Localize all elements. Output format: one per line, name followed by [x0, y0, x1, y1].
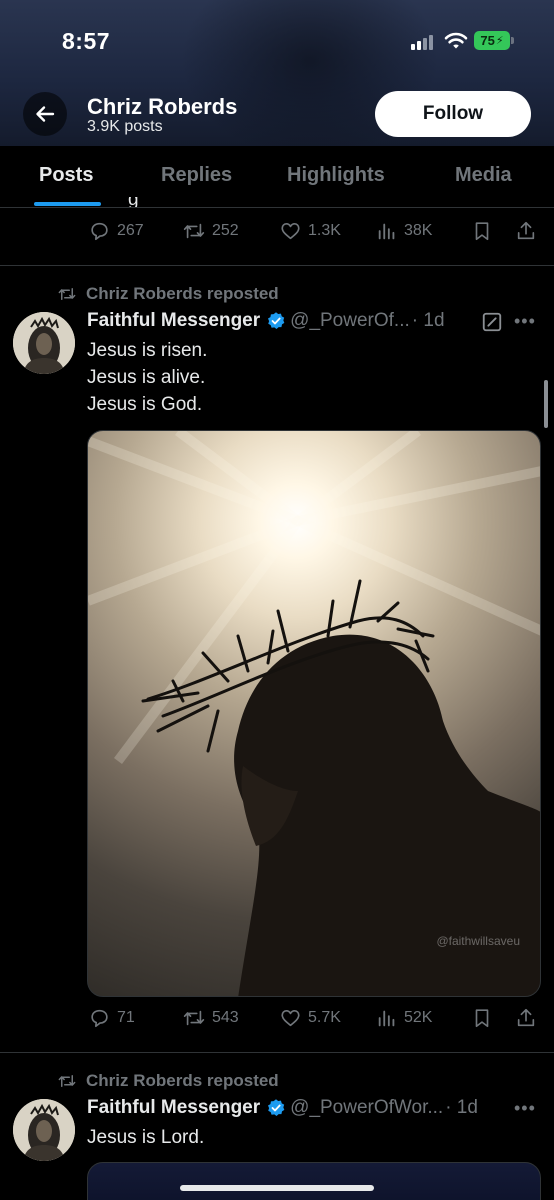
- charging-bolt-icon: ⚡: [495, 35, 504, 47]
- home-indicator: [180, 1185, 374, 1191]
- bookmark-button[interactable]: [471, 220, 493, 242]
- reply-icon: [91, 222, 108, 241]
- share-icon: [517, 1008, 535, 1027]
- profile-tabs: Posts Replies Highlights Media: [0, 146, 554, 208]
- post-time: · 1d: [445, 1097, 478, 1118]
- avatar-image: [13, 312, 75, 374]
- like-button[interactable]: 5.7K: [279, 1007, 341, 1029]
- repost-icon: [183, 223, 205, 239]
- avatar[interactable]: [13, 1099, 75, 1161]
- repost-label: Chriz Roberds reposted: [86, 284, 279, 303]
- follow-button[interactable]: Follow: [375, 91, 531, 137]
- bookmark-icon: [475, 1009, 489, 1028]
- silhouette-crown-of-thorns-image: [88, 431, 540, 996]
- repost-button[interactable]: 543: [182, 1007, 239, 1029]
- back-button[interactable]: [23, 92, 67, 136]
- status-time: 8:57: [62, 28, 111, 54]
- scrollbar[interactable]: [544, 380, 548, 428]
- post-text-line: Jesus is Lord.: [87, 1127, 205, 1148]
- views-count: 52K: [404, 1009, 433, 1026]
- media-watermark: @faithwillsaveu: [436, 934, 520, 948]
- like-icon: [281, 1010, 300, 1027]
- post-divider: [0, 1052, 554, 1053]
- share-icon: [517, 221, 535, 240]
- repost-icon: [58, 288, 76, 300]
- signal-icon: [411, 34, 437, 50]
- more-icon[interactable]: •••: [514, 311, 536, 332]
- active-tab-indicator: [34, 202, 101, 206]
- like-button[interactable]: 1.3K: [279, 220, 341, 242]
- battery-level: 75: [480, 33, 495, 48]
- bookmark-button[interactable]: [471, 1007, 493, 1029]
- reply-count: 267: [117, 222, 144, 239]
- tab-media[interactable]: Media: [455, 164, 512, 187]
- author-name[interactable]: Faithful Messenger: [87, 1097, 260, 1119]
- profile-header: 8:57 75 ⚡ Chriz Roberds 3.9K posts Follow: [0, 0, 554, 146]
- repost-indicator: Chriz Roberds reposted: [56, 284, 279, 304]
- reply-icon: [91, 1009, 108, 1028]
- bookmark-icon: [475, 222, 489, 241]
- back-arrow-icon: [36, 106, 55, 122]
- post-text-line: Jesus is risen.: [87, 340, 208, 361]
- repost-count: 252: [212, 222, 239, 239]
- like-icon: [281, 223, 300, 240]
- views-button[interactable]: 52K: [376, 1007, 432, 1029]
- repost-icon: [183, 1010, 205, 1026]
- views-button[interactable]: 38K: [376, 220, 432, 242]
- repost-button[interactable]: 252: [182, 220, 239, 242]
- post-divider: [0, 265, 554, 266]
- author-handle[interactable]: @_PowerOf...: [290, 310, 410, 332]
- battery-icon: 75 ⚡: [474, 31, 510, 50]
- reply-button[interactable]: 71: [88, 1007, 135, 1029]
- share-button[interactable]: [515, 220, 537, 242]
- previous-post-text-fragment: g: [128, 197, 158, 207]
- tab-posts[interactable]: Posts: [39, 164, 93, 187]
- battery-cap: [511, 37, 514, 44]
- post-media-image[interactable]: @faithwillsaveu: [87, 430, 541, 997]
- post-actions: 267 252 1.3K 38K: [0, 220, 554, 250]
- post-time: · 1d: [411, 310, 445, 331]
- wifi-icon: [444, 32, 468, 49]
- profile-name: Chriz Roberds: [87, 94, 238, 119]
- like-count: 5.7K: [308, 1009, 341, 1026]
- verified-badge-icon: [268, 312, 285, 329]
- author-name[interactable]: Faithful Messenger: [87, 310, 260, 332]
- like-count: 1.3K: [308, 222, 341, 239]
- repost-indicator: Chriz Roberds reposted: [56, 1071, 279, 1091]
- views-icon: [378, 223, 395, 240]
- share-button[interactable]: [515, 1007, 537, 1029]
- tab-highlights[interactable]: Highlights: [287, 164, 385, 187]
- profile-posts-count: 3.9K posts: [87, 118, 163, 135]
- more-icon[interactable]: •••: [514, 1098, 536, 1119]
- verified-badge-icon: [268, 1099, 285, 1116]
- tab-replies[interactable]: Replies: [161, 164, 232, 187]
- author-handle[interactable]: @_PowerOfWor...: [290, 1097, 443, 1119]
- repost-icon: [58, 1075, 76, 1087]
- avatar-image: [13, 1099, 75, 1161]
- post-header: Faithful Messenger @_PowerOfWor... · 1d: [87, 1097, 478, 1119]
- views-icon: [378, 1010, 395, 1027]
- edit-icon[interactable]: [481, 311, 503, 333]
- repost-label: Chriz Roberds reposted: [86, 1071, 279, 1090]
- reply-button[interactable]: 267: [88, 220, 144, 242]
- views-count: 38K: [404, 222, 433, 239]
- post-text-line: Jesus is alive.: [87, 367, 206, 388]
- post-header: Faithful Messenger @_PowerOf... · 1d: [87, 310, 445, 332]
- post-actions: 71 543 5.7K 52K: [0, 1007, 554, 1037]
- post-text-line: Jesus is God.: [87, 394, 203, 415]
- post-media-image[interactable]: [87, 1162, 541, 1200]
- reply-count: 71: [117, 1009, 135, 1026]
- avatar[interactable]: [13, 312, 75, 374]
- repost-count: 543: [212, 1009, 239, 1026]
